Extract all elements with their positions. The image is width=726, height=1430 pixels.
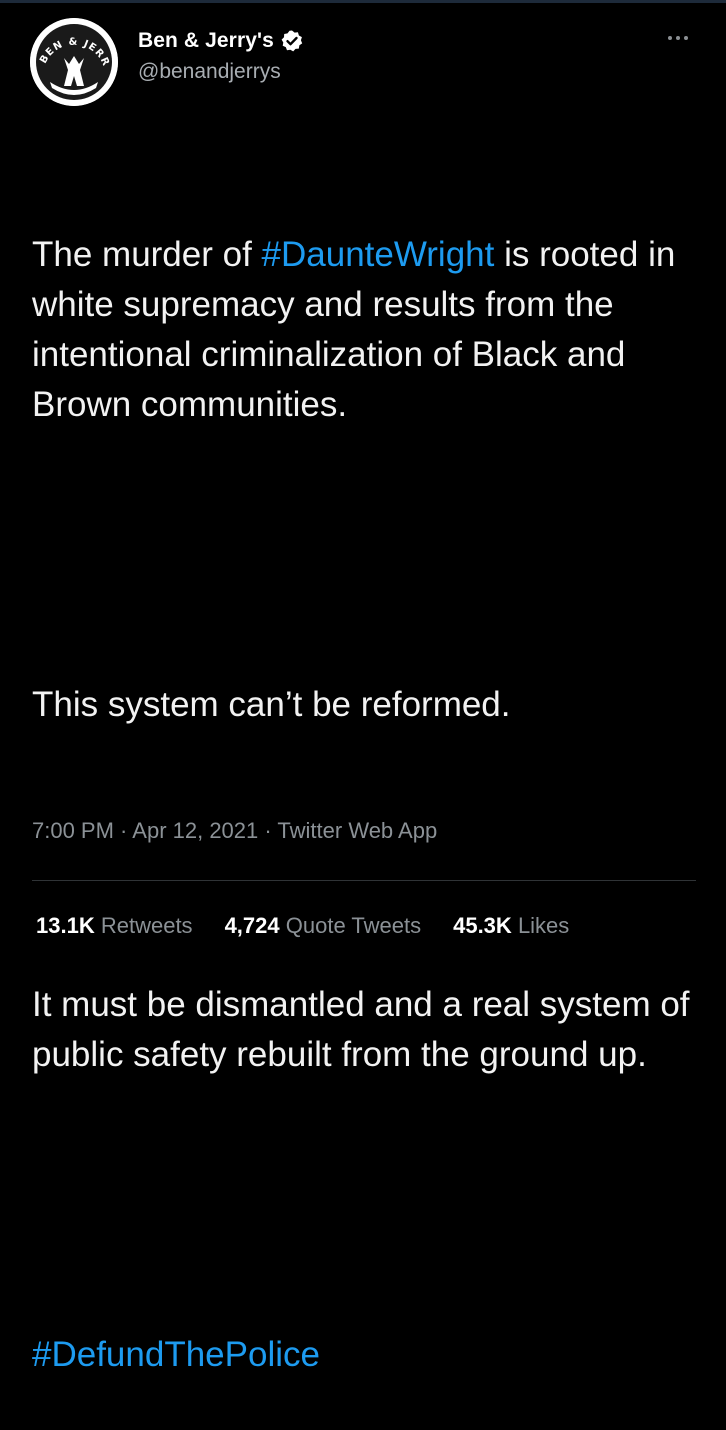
hashtag-daunte-wright-link[interactable]: #DaunteWright [262,235,495,274]
avatar[interactable]: BEN & JERRY'S [30,18,118,106]
account-names: Ben & Jerry's @benandjerrys [138,26,304,84]
display-name[interactable]: Ben & Jerry's [138,29,274,53]
hashtag-defund-the-police-link[interactable]: #DefundThePolice [32,1335,320,1374]
retweets-count: 13.1K [36,913,95,938]
divider [32,880,696,881]
quote-tweets-label: Quote Tweets [285,913,422,938]
likes-count: 45.3K [453,913,512,938]
more-options-icon[interactable] [660,28,696,48]
tweet-header: BEN & JERRY'S Ben & Jerry's @benandjerry… [30,18,700,108]
ben-and-jerrys-logo-icon: BEN & JERRY'S [30,18,118,106]
tweet-source[interactable]: Twitter Web App [277,818,437,843]
top-edge [0,0,726,3]
account-handle[interactable]: @benandjerrys [138,60,304,84]
likes-stat[interactable]: 45.3K Likes [453,913,569,939]
meta-separator: · [113,818,133,843]
tweet-date[interactable]: Apr 12, 2021 [132,818,258,843]
verified-badge-icon [281,30,303,52]
meta-separator: · [258,818,278,843]
tweet-time[interactable]: 7:00 PM [32,818,114,843]
retweets-stat[interactable]: 13.1K Retweets [36,913,193,939]
likes-label: Likes [517,913,570,938]
tweet-paragraph-3: It must be dismantled and a real system … [32,985,700,1074]
retweets-label: Retweets [100,913,193,938]
tweet-metadata: 7:00 PM · Apr 12, 2021 · Twitter Web App [32,818,437,844]
quote-tweets-stat[interactable]: 4,724 Quote Tweets [225,913,422,939]
tweet-text-segment: The murder of [32,235,262,274]
engagement-stats: 13.1K Retweets 4,724 Quote Tweets 45.3K … [36,913,601,939]
tweet-body: The murder of #DaunteWright is rooted in… [32,130,702,1430]
tweet-paragraph-2: This system can’t be reformed. [32,685,511,724]
quote-tweets-count: 4,724 [224,913,280,938]
tweet-paragraph-1: The murder of #DaunteWright is rooted in… [32,230,702,430]
